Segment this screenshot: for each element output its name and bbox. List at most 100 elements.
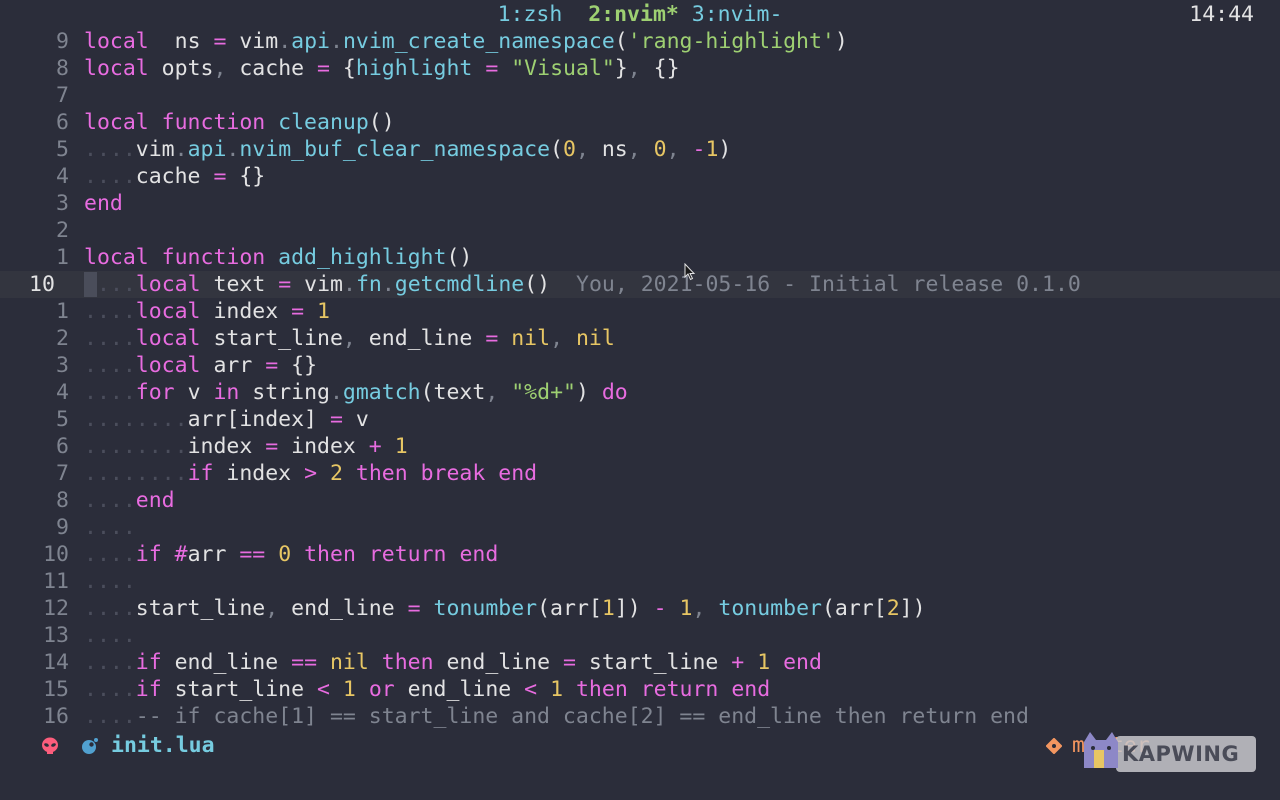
line-number: 1 (56, 299, 69, 324)
code-token: "Visual" (511, 56, 615, 81)
indent-guide: .... (84, 677, 136, 702)
indent-guide: .... (84, 164, 136, 189)
code-text: ....cache = {} (84, 163, 265, 190)
line-number: 2 (56, 218, 69, 243)
code-text: .... (84, 514, 136, 541)
code-token: ) (575, 380, 602, 405)
tab-nvim-previous[interactable]: 3:nvim- (692, 2, 783, 27)
line-number: 5 (56, 137, 69, 162)
editor-buffer[interactable]: 9 local ns = vim.api.nvim_create_namespac… (0, 28, 1280, 730)
code-token: ns (148, 29, 214, 54)
code-line[interactable]: 9.... (0, 514, 1280, 541)
alien-icon (42, 737, 58, 754)
code-line[interactable]: 4 ....cache = {} (0, 163, 1280, 190)
code-token: nil (329, 650, 369, 675)
code-token: ns (588, 137, 628, 162)
code-token: , (213, 56, 227, 81)
code-line[interactable]: 6 ........index = index + 1 (0, 433, 1280, 460)
code-line[interactable]: 7 (0, 82, 1280, 109)
code-line[interactable]: 1 ....local index = 1 (0, 298, 1280, 325)
code-line[interactable]: 4 ....for v in string.gmatch(text, "%d+")… (0, 379, 1280, 406)
code-token: () (368, 110, 395, 135)
code-token: opts (148, 56, 214, 81)
indent-guide: .... (84, 488, 136, 513)
code-token: {} (640, 56, 680, 81)
code-text: ....vim.api.nvim_buf_clear_namespace(0, … (84, 136, 731, 163)
code-token: if (187, 461, 214, 486)
code-line[interactable]: 11.... (0, 568, 1280, 595)
code-token: , (666, 137, 680, 162)
code-text: ....local index = 1 (84, 298, 330, 325)
code-line[interactable]: 3 end (0, 190, 1280, 217)
code-token: api (187, 137, 227, 162)
code-token: "%d+" (511, 380, 576, 405)
indent-guide: ........ (84, 434, 188, 459)
code-token: then (381, 650, 434, 675)
watermark-text: KAPWING (1122, 742, 1240, 766)
code-line[interactable]: 10 ....if #arr == 0 then return end (0, 541, 1280, 568)
code-token: 1 (394, 434, 408, 459)
indent-guide: ........ (84, 407, 188, 432)
line-number: 11 (43, 569, 69, 594)
line-number: 7 (56, 461, 69, 486)
code-line[interactable]: 8 local opts, cache = {highlight = "Visua… (0, 55, 1280, 82)
code-text: ........arr[index] = v (84, 406, 369, 433)
code-text: .... (84, 568, 136, 595)
code-token: local (84, 56, 149, 81)
code-line[interactable]: 2 ....local start_line, end_line = nil, n… (0, 325, 1280, 352)
code-line[interactable]: 14 ....if end_line == nil then end_line =… (0, 649, 1280, 676)
line-number: 5 (56, 407, 69, 432)
code-token: tonumber (718, 596, 822, 621)
code-token: = (563, 650, 576, 675)
code-line[interactable]: 7 ........if index > 2 then break end (0, 460, 1280, 487)
code-text: .... (84, 622, 136, 649)
code-token: then return end (575, 677, 771, 702)
code-token: arr[index] (187, 407, 330, 432)
code-line[interactable]: 12 ....start_line, end_line = tonumber(ar… (0, 595, 1280, 622)
indent-guide: .... (84, 137, 136, 162)
code-token: local (135, 326, 201, 351)
code-token: ) (718, 137, 732, 162)
code-text: local ns = vim.api.nvim_create_namespace… (84, 28, 848, 55)
line-number: 7 (56, 83, 69, 108)
tab-nvim-active[interactable]: 2:nvim* (588, 2, 679, 27)
code-line-current[interactable]: 10 ...local text = vim.fn.getcmdline() Yo… (0, 271, 1280, 298)
code-line[interactable]: 13.... (0, 622, 1280, 649)
file-name: init.lua (111, 733, 215, 758)
code-token: v (174, 380, 214, 405)
code-token: ]) (614, 596, 654, 621)
code-token: = (317, 56, 330, 81)
code-token: . (278, 29, 292, 54)
code-line[interactable]: 15 ....if start_line < 1 or end_line < 1 … (0, 676, 1280, 703)
code-line[interactable]: 9 local ns = vim.api.nvim_create_namespac… (0, 28, 1280, 55)
code-token: 0 (653, 137, 667, 162)
code-line[interactable]: 3 ....local arr = {} (0, 352, 1280, 379)
lua-file-icon (82, 738, 98, 754)
line-number: 8 (56, 488, 69, 513)
code-line[interactable]: 8 ....end (0, 487, 1280, 514)
code-token: (arr[ (821, 596, 887, 621)
code-text: ....if #arr == 0 then return end (84, 541, 498, 568)
code-line[interactable]: 2 (0, 217, 1280, 244)
code-token: for (135, 380, 175, 405)
code-token: - (692, 137, 706, 162)
tab-zsh[interactable]: 1:zsh (498, 2, 563, 27)
code-token: end (783, 650, 822, 675)
code-line[interactable]: 1 local function add_highlight() (0, 244, 1280, 271)
code-line[interactable]: 6 local function cleanup() (0, 109, 1280, 136)
code-token: then break end (355, 461, 538, 486)
code-token: start_line (200, 326, 343, 351)
code-token: , (575, 137, 589, 162)
code-token: 1 (757, 650, 771, 675)
code-line[interactable]: 5 ....vim.api.nvim_buf_clear_namespace(0,… (0, 136, 1280, 163)
line-number: 8 (56, 56, 69, 81)
code-line[interactable]: 5 ........arr[index] = v (0, 406, 1280, 433)
code-token: v (342, 407, 369, 432)
code-line[interactable]: 16 ....-- if cache[1] == start_line and c… (0, 703, 1280, 730)
